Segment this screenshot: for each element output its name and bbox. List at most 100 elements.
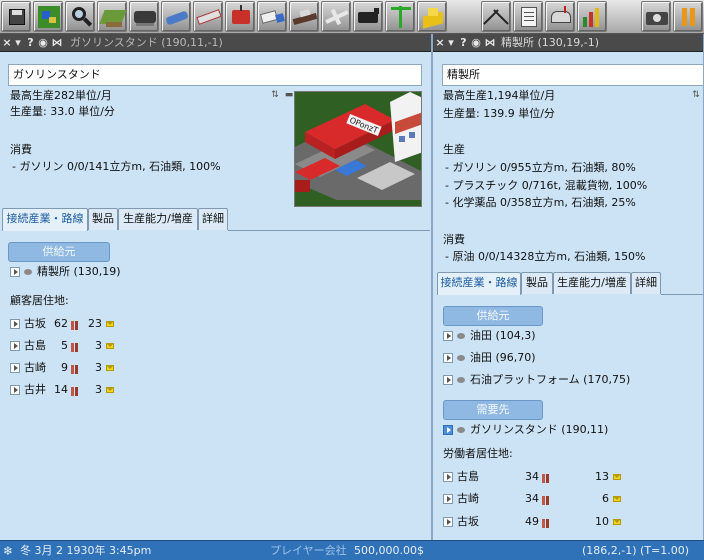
passenger-count: 62 bbox=[54, 317, 68, 330]
mail-count: 10 bbox=[595, 515, 609, 528]
close-icon[interactable]: × bbox=[2, 36, 12, 50]
list-icon[interactable] bbox=[513, 1, 543, 32]
mail-count: 3 bbox=[95, 361, 102, 374]
industry-window-gas-station: × ▾ ? ◉ ⋈ ガソリンスタンド (190,11,-1) ガソリンスタンド … bbox=[0, 34, 432, 540]
passenger-icon bbox=[71, 385, 79, 396]
supplier-item[interactable]: 油田 (104,3) bbox=[443, 328, 683, 344]
worker-row[interactable]: 古島 34 13 bbox=[443, 469, 703, 485]
pause-icon[interactable] bbox=[673, 1, 703, 32]
sort-icon[interactable]: ⇅ bbox=[689, 90, 703, 100]
pin-icon[interactable]: ⋈ bbox=[484, 36, 496, 50]
goto-arrow-icon[interactable] bbox=[10, 385, 20, 395]
steam-engine-icon[interactable] bbox=[353, 1, 383, 32]
save-disk-icon[interactable] bbox=[1, 1, 31, 32]
company-money: 500,000.00$ bbox=[354, 544, 424, 557]
supplier-item[interactable]: 精製所 (130,19) bbox=[10, 264, 210, 280]
goto-arrow-icon[interactable] bbox=[443, 472, 453, 482]
screenshot-camera-icon[interactable] bbox=[641, 1, 671, 32]
production-heading: 生産 bbox=[443, 143, 465, 156]
terrain-icon[interactable] bbox=[97, 1, 127, 32]
consumer-item[interactable]: ガソリンスタンド (190,11) bbox=[443, 422, 683, 438]
goto-arrow-icon[interactable] bbox=[443, 517, 453, 527]
mail-icon bbox=[106, 343, 114, 349]
resident-row[interactable]: 古島 5 3 bbox=[10, 338, 310, 354]
crane-icon[interactable] bbox=[385, 1, 415, 32]
snowflake-icon: ❄ bbox=[3, 544, 14, 558]
help-icon[interactable]: ? bbox=[26, 36, 35, 50]
town-name: 古坂 bbox=[24, 317, 46, 330]
resident-row[interactable]: 古崎 9 3 bbox=[10, 360, 310, 376]
goto-eye-icon[interactable]: ◉ bbox=[37, 36, 49, 50]
tab-capacity[interactable]: 生産能力/増産 bbox=[118, 208, 198, 230]
production-rate: 生産量: 139.9 単位/分 bbox=[443, 107, 555, 120]
gas-station-illustration: OPonzT bbox=[295, 92, 421, 206]
window-title: ガソリンスタンド (190,11,-1) bbox=[70, 36, 223, 49]
consumption-item: - 原油 0/0/14328立方m, 石油類, 150% bbox=[445, 250, 646, 263]
tab-connections[interactable]: 接続産業・路線 bbox=[2, 208, 88, 231]
finance-chart-icon[interactable] bbox=[577, 1, 607, 32]
tab-details[interactable]: 詳細 bbox=[631, 272, 661, 294]
resident-row[interactable]: 古井 14 3 bbox=[10, 382, 310, 398]
passenger-count: 9 bbox=[61, 361, 68, 374]
goto-arrow-icon[interactable] bbox=[10, 363, 20, 373]
monorail-icon[interactable] bbox=[193, 1, 223, 32]
passenger-count: 34 bbox=[525, 492, 539, 505]
tab-connections[interactable]: 接続産業・路線 bbox=[437, 272, 521, 295]
consumer-heading: 需要先 bbox=[443, 400, 543, 420]
tab-details[interactable]: 詳細 bbox=[198, 208, 228, 230]
minimize-icon[interactable]: ▾ bbox=[13, 36, 23, 50]
tab-products[interactable]: 製品 bbox=[521, 272, 553, 294]
town-name: 古崎 bbox=[24, 361, 46, 374]
close-icon[interactable]: × bbox=[435, 36, 445, 50]
goto-arrow-icon[interactable] bbox=[10, 267, 20, 277]
passenger-icon bbox=[71, 319, 79, 330]
goto-arrow-icon[interactable] bbox=[443, 494, 453, 504]
goto-eye-icon[interactable]: ◉ bbox=[470, 36, 482, 50]
supplier-item[interactable]: 石油プラットフォーム (170,75) bbox=[443, 372, 703, 388]
passenger-icon bbox=[542, 494, 550, 505]
tab-capacity[interactable]: 生産能力/増産 bbox=[553, 272, 631, 294]
supplier-label: 油田 (104,3) bbox=[470, 329, 536, 342]
production-item: - 化学薬品 0/358立方m, 石油類, 25% bbox=[445, 196, 636, 209]
tram-icon[interactable] bbox=[225, 1, 255, 32]
window-titlebar[interactable]: × ▾ ? ◉ ⋈ ガソリンスタンド (190,11,-1) bbox=[0, 34, 431, 52]
cursor-coords: (186,2,-1) (T=1.00) bbox=[582, 544, 690, 557]
pin-icon[interactable]: ⋈ bbox=[51, 36, 63, 50]
supplier-heading: 供給元 bbox=[8, 242, 110, 262]
mail-icon bbox=[613, 496, 621, 502]
city-build-icon[interactable] bbox=[417, 1, 447, 32]
worker-row[interactable]: 古崎 34 6 bbox=[443, 491, 703, 507]
window-titlebar[interactable]: × ▾ ? ◉ ⋈ 精製所 (130,19,-1) bbox=[433, 34, 703, 52]
worker-row[interactable]: 古坂 49 10 bbox=[443, 514, 703, 530]
airplane-icon[interactable] bbox=[321, 1, 351, 32]
goto-arrow-icon[interactable] bbox=[10, 319, 20, 329]
tab-divider bbox=[228, 230, 430, 231]
mailbox-icon[interactable] bbox=[545, 1, 575, 32]
truck-icon[interactable] bbox=[257, 1, 287, 32]
industry-name-field[interactable]: ガソリンスタンド bbox=[8, 64, 422, 86]
industry-name-field[interactable]: 精製所 bbox=[442, 64, 704, 86]
passenger-count: 49 bbox=[525, 515, 539, 528]
zoom-magnifier-icon[interactable] bbox=[65, 1, 95, 32]
goto-arrow-icon[interactable] bbox=[443, 353, 453, 363]
help-icon[interactable]: ? bbox=[459, 36, 468, 50]
goto-arrow-icon[interactable] bbox=[443, 425, 453, 435]
max-production: 最高生産1,194単位/月 bbox=[443, 89, 556, 102]
tools-icon[interactable] bbox=[481, 1, 511, 32]
rail-train-icon[interactable] bbox=[129, 1, 159, 32]
ship-icon[interactable] bbox=[289, 1, 319, 32]
goto-arrow-icon[interactable] bbox=[10, 341, 20, 351]
mail-icon bbox=[106, 387, 114, 393]
resident-row[interactable]: 古坂 62 23 bbox=[10, 316, 310, 332]
sort-icon[interactable]: ⇅ bbox=[268, 90, 282, 100]
road-car-icon[interactable] bbox=[161, 1, 191, 32]
town-name: 古坂 bbox=[457, 515, 479, 528]
minimize-icon[interactable]: ▾ bbox=[446, 36, 456, 50]
map-icon[interactable] bbox=[33, 1, 63, 32]
goto-arrow-icon[interactable] bbox=[443, 331, 453, 341]
tab-products[interactable]: 製品 bbox=[88, 208, 118, 230]
supplier-label: 精製所 (130,19) bbox=[37, 265, 121, 278]
supplier-item[interactable]: 油田 (96,70) bbox=[443, 350, 683, 366]
mail-icon bbox=[106, 365, 114, 371]
goto-arrow-icon[interactable] bbox=[443, 375, 453, 385]
